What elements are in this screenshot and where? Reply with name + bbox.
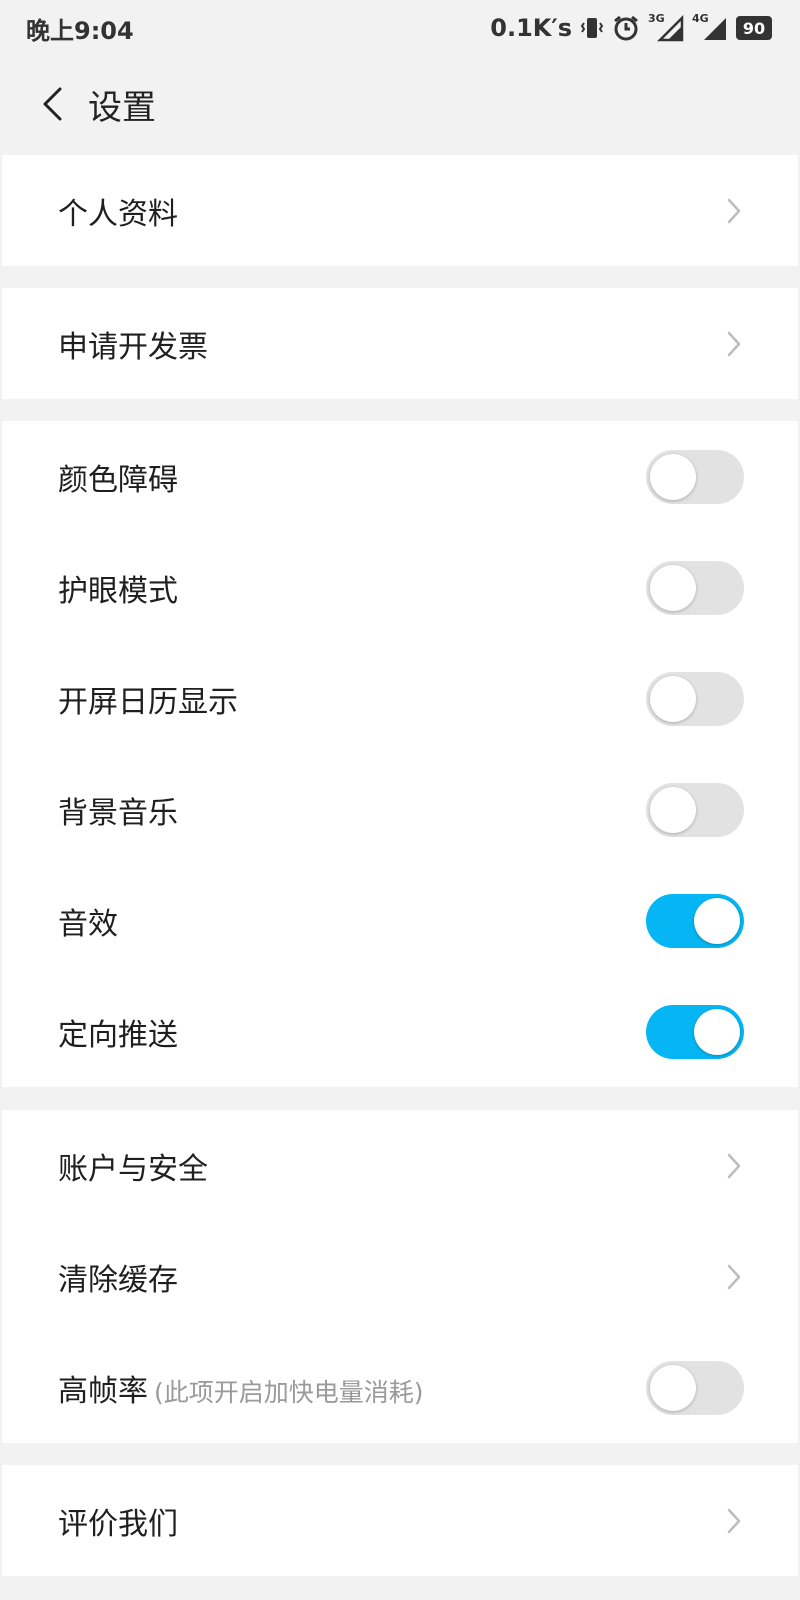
- header-bar: 设置: [0, 56, 800, 152]
- settings-item-label: 账户与安全: [58, 1151, 208, 1187]
- signal-3g-label: 3G: [648, 12, 665, 25]
- settings-item-clear-cache[interactable]: 清除缓存: [2, 1221, 798, 1332]
- settings-item-profile[interactable]: 个人资料: [2, 155, 798, 266]
- settings-item-account-security[interactable]: 账户与安全: [2, 1110, 798, 1221]
- settings-item-high-frame-rate: 高帧率 (此项开启加快电量消耗): [2, 1332, 798, 1443]
- chevron-right-icon: [724, 1505, 744, 1537]
- targeted-push-toggle[interactable]: [646, 1004, 744, 1059]
- battery-indicator: 90: [736, 16, 772, 40]
- sound-effects-toggle[interactable]: [646, 893, 744, 948]
- settings-group-rate: 评价我们: [2, 1465, 798, 1576]
- settings-item-label: 颜色障碍: [58, 462, 178, 498]
- status-time: 晚上9:04: [26, 16, 134, 45]
- settings-item-label: 护眼模式: [58, 573, 178, 609]
- chevron-right-icon: [724, 1150, 744, 1182]
- status-icons: 0.1K′s 3G 4G 90: [490, 12, 772, 42]
- toggle-knob: [650, 564, 696, 611]
- high-frame-rate-toggle[interactable]: [646, 1360, 744, 1415]
- chevron-right-icon: [724, 195, 744, 227]
- settings-item-label: 清除缓存: [58, 1262, 178, 1298]
- settings-group-account: 账户与安全 清除缓存 高帧率 (此项开启加快电量消耗): [2, 1110, 798, 1443]
- settings-item-label: 评价我们: [58, 1506, 178, 1542]
- signal-3g-icon: 3G: [648, 12, 684, 42]
- toggle-knob: [650, 675, 696, 722]
- toggle-knob: [650, 786, 696, 833]
- vibrate-icon: [580, 15, 604, 41]
- settings-item-invoice[interactable]: 申请开发票: [2, 288, 798, 399]
- back-button[interactable]: [30, 74, 74, 134]
- high-frame-rate-label: 高帧率: [58, 1373, 148, 1409]
- settings-item-rate-us[interactable]: 评价我们: [2, 1465, 798, 1576]
- chevron-right-icon: [724, 1261, 744, 1293]
- eye-care-toggle[interactable]: [646, 560, 744, 615]
- settings-item-label: 高帧率 (此项开启加快电量消耗): [58, 1366, 424, 1410]
- settings-item-label: 开屏日历显示: [58, 684, 238, 720]
- settings-item-color-blind: 颜色障碍: [2, 421, 798, 532]
- page-title: 设置: [88, 87, 156, 128]
- settings-item-label: 背景音乐: [58, 795, 178, 831]
- settings-item-label: 申请开发票: [58, 329, 208, 365]
- color-blind-toggle[interactable]: [646, 449, 744, 504]
- settings-item-eye-care: 护眼模式: [2, 532, 798, 643]
- high-frame-rate-note: (此项开启加快电量消耗): [154, 1377, 424, 1407]
- calendar-display-toggle[interactable]: [646, 671, 744, 726]
- settings-group-toggles: 颜色障碍 护眼模式 开屏日历显示 背景音乐 音效 定向推送: [2, 421, 798, 1087]
- network-speed: 0.1K′s: [490, 14, 572, 42]
- toggle-knob: [694, 897, 740, 944]
- chevron-left-icon: [43, 87, 62, 121]
- status-bar: 晚上9:04 0.1K′s 3G 4G 90: [0, 0, 800, 56]
- settings-group-invoice: 申请开发票: [2, 288, 798, 399]
- toggle-knob: [694, 1008, 740, 1055]
- background-music-toggle[interactable]: [646, 782, 744, 837]
- settings-item-label: 定向推送: [58, 1017, 178, 1053]
- settings-item-label: 音效: [58, 906, 118, 942]
- settings-item-calendar-display: 开屏日历显示: [2, 643, 798, 754]
- toggle-knob: [650, 453, 696, 500]
- toggle-knob: [650, 1364, 696, 1411]
- settings-group-profile: 个人资料: [2, 155, 798, 266]
- signal-4g-icon: 4G: [692, 12, 728, 42]
- chevron-right-icon: [724, 328, 744, 360]
- settings-item-background-music: 背景音乐: [2, 754, 798, 865]
- signal-4g-label: 4G: [692, 12, 709, 25]
- settings-item-label: 个人资料: [58, 196, 178, 232]
- alarm-icon: [612, 14, 640, 42]
- settings-item-sound-effects: 音效: [2, 865, 798, 976]
- settings-item-targeted-push: 定向推送: [2, 976, 798, 1087]
